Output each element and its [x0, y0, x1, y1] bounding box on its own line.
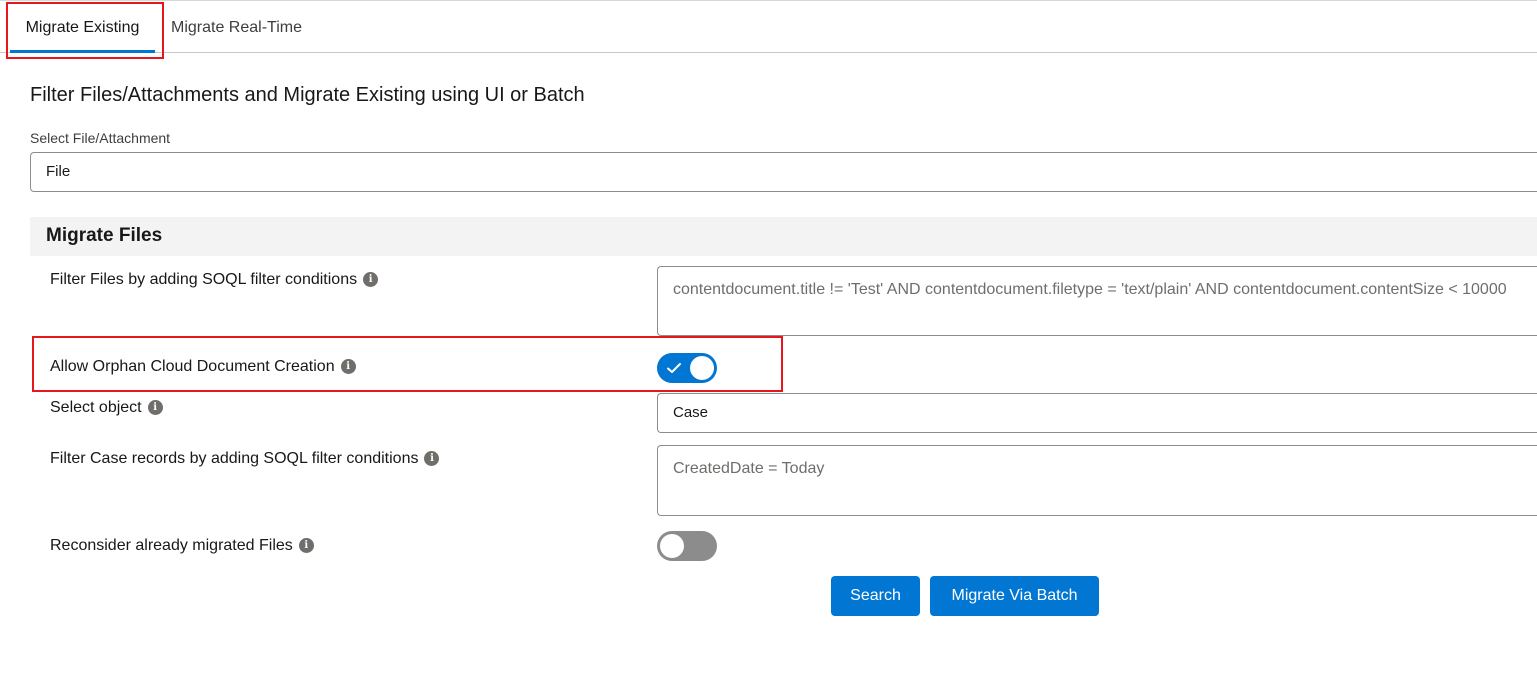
reconsider-toggle-label-text: Reconsider already migrated Files: [50, 537, 293, 554]
page-title: Filter Files/Attachments and Migrate Exi…: [30, 84, 585, 106]
tab-migrate-real-time[interactable]: Migrate Real-Time: [171, 0, 302, 52]
record-filter-textarea[interactable]: CreatedDate = Today: [657, 445, 1537, 516]
info-icon[interactable]: i: [340, 359, 356, 375]
section-header: Migrate Files: [30, 217, 1537, 256]
orphan-toggle-label: Allow Orphan Cloud Document Creation i: [50, 358, 356, 376]
toggle-knob: [660, 534, 684, 558]
record-filter-label: Filter Case records by adding SOQL filte…: [50, 450, 440, 468]
reconsider-toggle-label: Reconsider already migrated Files i: [50, 537, 314, 555]
select-object-label-text: Select object: [50, 399, 142, 416]
file-attachment-label: Select File/Attachment: [30, 130, 171, 146]
info-icon[interactable]: i: [424, 451, 440, 467]
tab-bar: Migrate Existing Migrate Real-Time: [0, 0, 1537, 53]
info-icon[interactable]: i: [298, 538, 314, 554]
select-object-label: Select object i: [50, 399, 163, 417]
tab-highlight-box: [6, 2, 164, 59]
migrate-via-batch-button[interactable]: Migrate Via Batch: [930, 576, 1099, 616]
record-filter-label-text: Filter Case records by adding SOQL filte…: [50, 450, 419, 467]
section-title: Migrate Files: [46, 225, 163, 246]
select-object-select[interactable]: Case: [657, 393, 1537, 433]
file-filter-textarea[interactable]: contentdocument.title != 'Test' AND cont…: [657, 266, 1537, 336]
toggle-knob: [690, 356, 714, 380]
info-icon[interactable]: i: [147, 400, 163, 416]
orphan-toggle[interactable]: [657, 353, 717, 383]
file-filter-label: Filter Files by adding SOQL filter condi…: [50, 271, 379, 289]
file-attachment-select[interactable]: File: [30, 152, 1537, 192]
record-filter-placeholder: CreatedDate = Today: [673, 460, 825, 477]
search-button[interactable]: Search: [831, 576, 920, 616]
file-filter-placeholder: contentdocument.title != 'Test' AND cont…: [673, 281, 1507, 298]
info-icon[interactable]: i: [363, 272, 379, 288]
reconsider-toggle[interactable]: [657, 531, 717, 561]
orphan-toggle-label-text: Allow Orphan Cloud Document Creation: [50, 358, 335, 375]
file-filter-label-text: Filter Files by adding SOQL filter condi…: [50, 271, 358, 288]
check-icon: [667, 363, 681, 373]
